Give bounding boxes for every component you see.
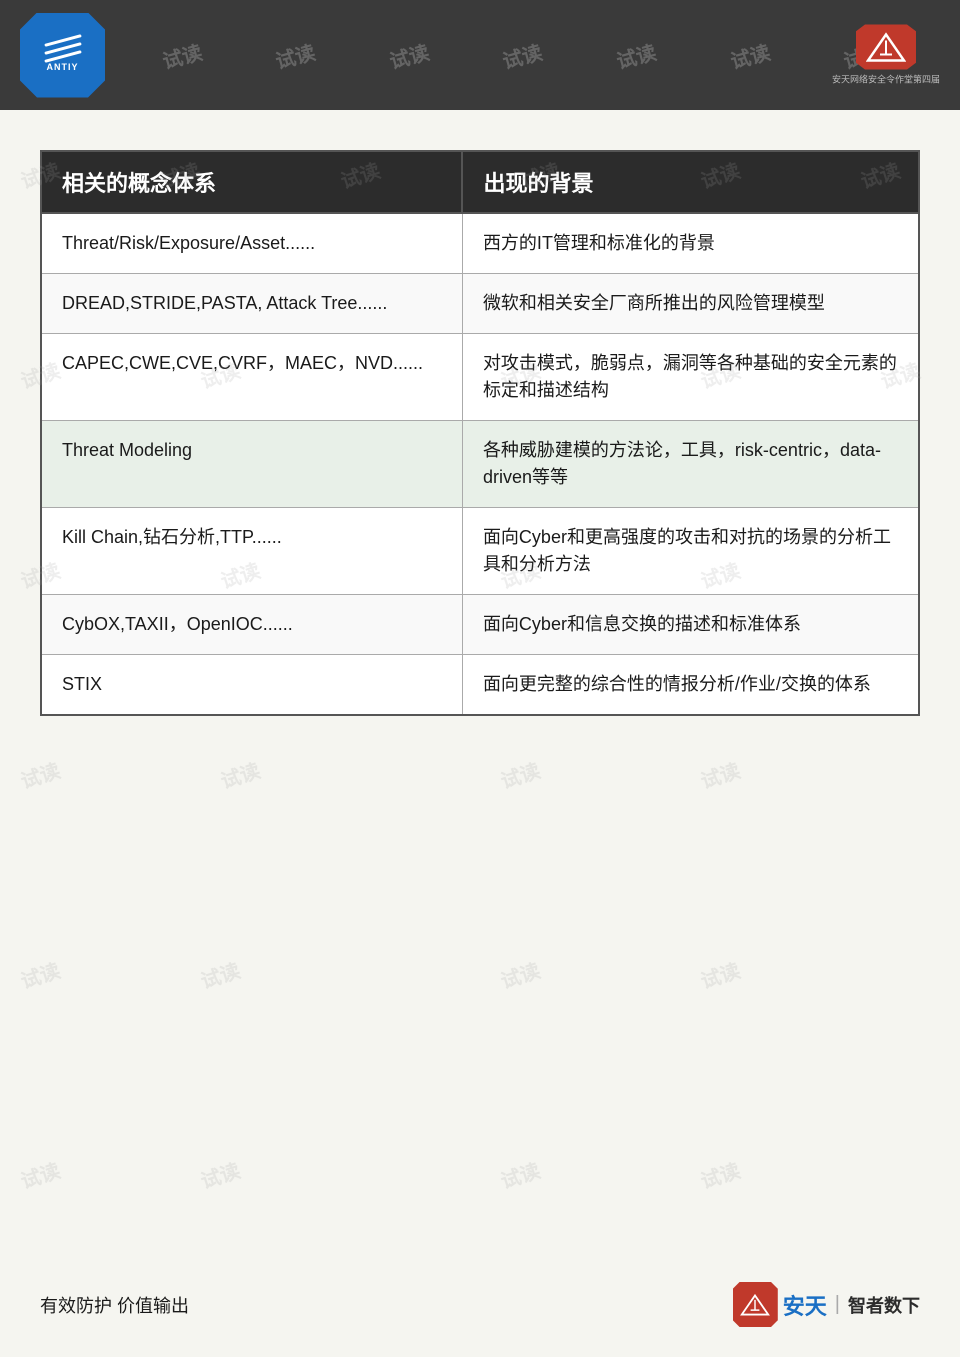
footer-logo-icon (733, 1282, 778, 1327)
footer-logo-slogan: 智者数下 (848, 1292, 920, 1318)
header-brand: 安天网络安全令作堂第四届 (832, 25, 940, 86)
page-watermark-23: 试读 (16, 1155, 63, 1195)
footer-separator: | (835, 1293, 840, 1316)
main-content: 相关的概念体系 出现的背景 Threat/Risk/Exposure/Asset… (0, 110, 960, 736)
header-wm-1: 试读 (159, 36, 205, 74)
page-watermark-24: 试读 (196, 1155, 243, 1195)
header-wm-2: 试读 (272, 36, 318, 74)
table-cell-right: 对攻击模式，脆弱点，漏洞等各种基础的安全元素的标定和描述结构 (462, 334, 919, 421)
logo-label: ANTIY (47, 62, 79, 72)
footer-svg-icon (740, 1294, 770, 1316)
header-wm-6: 试读 (727, 36, 773, 74)
page-watermark-25: 试读 (496, 1155, 543, 1195)
header-watermarks: 试读 试读 试读 试读 试读 试读 试读 (105, 41, 940, 70)
page-watermark-20: 试读 (196, 955, 243, 995)
header-wm-4: 试读 (499, 36, 545, 74)
table-row: STIX面向更完整的综合性的情报分析/作业/交换的体系 (41, 655, 919, 716)
table-cell-right: 各种威胁建模的方法论，工具，risk-centric，data-driven等等 (462, 421, 919, 508)
concept-table: 相关的概念体系 出现的背景 Threat/Risk/Exposure/Asset… (40, 150, 920, 716)
table-cell-left: CAPEC,CWE,CVE,CVRF，MAEC，NVD...... (41, 334, 462, 421)
table-cell-left: STIX (41, 655, 462, 716)
footer-logo: 安天 | 智者数下 (733, 1282, 920, 1327)
footer-tagline: 有效防护 价值输出 (40, 1292, 189, 1318)
footer-logo-text: 安天 (783, 1289, 827, 1321)
table-cell-right: 微软和相关安全厂商所推出的风险管理模型 (462, 274, 919, 334)
col-left-header: 相关的概念体系 (41, 151, 462, 213)
table-row: Kill Chain,钻石分析,TTP......面向Cyber和更高强度的攻击… (41, 508, 919, 595)
table-row: Threat/Risk/Exposure/Asset......西方的IT管理和… (41, 213, 919, 274)
col-right-header: 出现的背景 (462, 151, 919, 213)
table-cell-left: Kill Chain,钻石分析,TTP...... (41, 508, 462, 595)
page-watermark-17: 试读 (496, 755, 543, 795)
header-wm-3: 试读 (386, 36, 432, 74)
table-body: Threat/Risk/Exposure/Asset......西方的IT管理和… (41, 213, 919, 715)
antiy-logo: ANTIY (20, 13, 105, 98)
page-watermark-22: 试读 (696, 955, 743, 995)
brand-svg-icon (866, 32, 906, 62)
header-wm-5: 试读 (613, 36, 659, 74)
page-watermark-16: 试读 (216, 755, 263, 795)
footer: 有效防护 价值输出 安天 | 智者数下 (0, 1282, 960, 1327)
page-watermark-19: 试读 (16, 955, 63, 995)
table-cell-left: DREAD,STRIDE,PASTA, Attack Tree...... (41, 274, 462, 334)
page-watermark-18: 试读 (696, 755, 743, 795)
logo-lines (44, 39, 82, 58)
table-row: Threat Modeling各种威胁建模的方法论，工具，risk-centri… (41, 421, 919, 508)
brand-subtitle: 安天网络安全令作堂第四届 (832, 73, 940, 86)
page-watermark-26: 试读 (696, 1155, 743, 1195)
table-cell-right: 面向Cyber和信息交换的描述和标准体系 (462, 595, 919, 655)
table-row: DREAD,STRIDE,PASTA, Attack Tree......微软和… (41, 274, 919, 334)
table-cell-right: 面向Cyber和更高强度的攻击和对抗的场景的分析工具和分析方法 (462, 508, 919, 595)
table-cell-left: Threat Modeling (41, 421, 462, 508)
page-watermark-15: 试读 (16, 755, 63, 795)
table-cell-left: CybOX,TAXII，OpenIOC...... (41, 595, 462, 655)
table-row: CybOX,TAXII，OpenIOC......面向Cyber和信息交换的描述… (41, 595, 919, 655)
brand-logo-icon (856, 25, 916, 70)
header-bar: ANTIY 试读 试读 试读 试读 试读 试读 试读 安天网络安全令作堂第四届 (0, 0, 960, 110)
page-watermark-21: 试读 (496, 955, 543, 995)
table-cell-right: 西方的IT管理和标准化的背景 (462, 213, 919, 274)
table-row: CAPEC,CWE,CVE,CVRF，MAEC，NVD......对攻击模式，脆… (41, 334, 919, 421)
table-cell-left: Threat/Risk/Exposure/Asset...... (41, 213, 462, 274)
table-cell-right: 面向更完整的综合性的情报分析/作业/交换的体系 (462, 655, 919, 716)
